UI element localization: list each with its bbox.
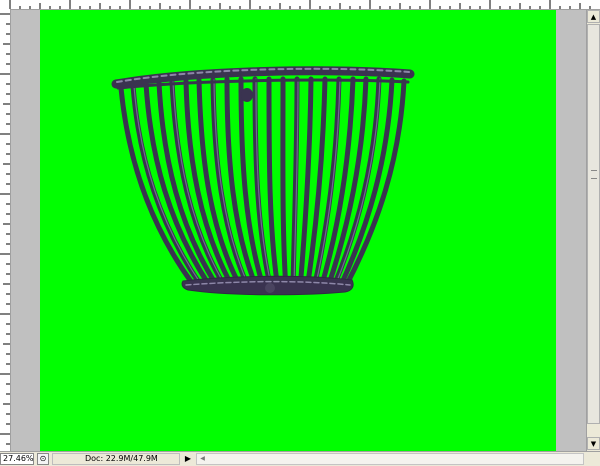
vertical-ruler[interactable] [0,9,11,451]
vertical-ruler-ticks [0,13,10,445]
horizontal-ruler-ticks [9,0,591,9]
scroll-down-button[interactable]: ▼ [587,437,600,450]
basket-bottom-knot [265,283,275,293]
zoom-level-field[interactable]: 27.46% [0,453,34,465]
horizontal-ruler[interactable] [0,0,600,10]
scroll-left-button[interactable]: ◀ [197,454,208,464]
document-canvas[interactable] [40,10,556,451]
basket-wires [118,76,407,292]
scroll-grip-icon [591,170,597,179]
pasteboard-left [11,10,40,451]
vertical-scroll-thumb[interactable] [587,24,600,424]
basket-image [111,66,415,296]
status-options-icon[interactable]: ⊙ [37,453,49,465]
basket-top-knot [241,88,253,102]
horizontal-scrollbar[interactable]: ◀ [196,453,584,465]
status-bar: 27.46% ⊙ Doc: 22.9M/47.9M ▶ ◀ [0,451,600,466]
status-menu-arrow-icon[interactable]: ▶ [182,453,194,465]
vertical-scrollbar[interactable]: ▲ ▼ [586,10,600,451]
document-size-info: Doc: 22.9M/47.9M [52,453,180,465]
scroll-up-button[interactable]: ▲ [587,10,600,23]
pasteboard-right [556,10,586,451]
